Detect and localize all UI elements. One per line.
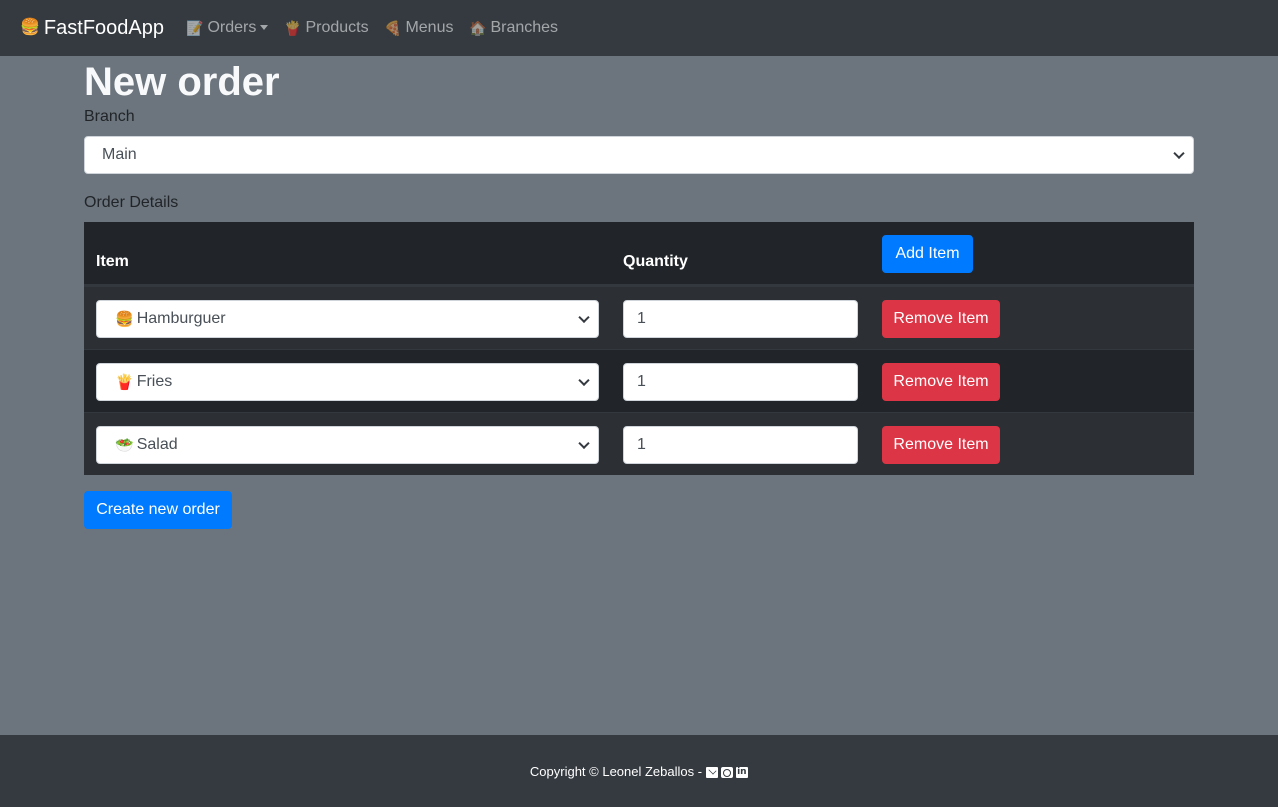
footer-copyright: Copyright © Leonel Zeballos - [529,764,749,780]
nav-item-branches[interactable]: 🏠 Branches [469,18,558,38]
quantity-input[interactable]: 1 [623,300,858,338]
create-order-button[interactable]: Create new order [84,491,232,529]
hamburger-icon: 🍔 [115,311,134,328]
nav-item-products[interactable]: 🍟 Products [284,18,369,38]
branch-select-value: Main [102,146,137,163]
item-select-value: Salad [136,436,178,453]
quantity-input[interactable]: 1 [623,363,858,401]
pizza-icon: 🍕 [384,20,402,36]
item-select[interactable]: 🍟 Fries [96,363,599,401]
nav-item-products-label: Products [305,19,369,36]
item-select[interactable]: 🥗 Salad [96,426,599,464]
remove-item-button[interactable]: Remove Item [882,300,1000,338]
footer: Copyright © Leonel Zeballos - [0,735,1278,807]
fries-icon: 🍟 [284,20,302,36]
item-select-value: Hamburguer [136,310,226,327]
table-row: 🥗 Salad 1 Remove Item [84,412,1194,475]
house-icon: 🏠 [469,20,487,36]
branch-label: Branch [84,108,135,125]
page-title: New order [84,60,280,104]
branch-select[interactable]: Main [84,136,1194,174]
chevron-down-icon [1173,147,1185,160]
nav-item-branches-label: Branches [490,19,559,36]
column-header-item: Item [96,253,129,270]
table-header: Item Quantity Add Item [84,222,1194,286]
add-item-button[interactable]: Add Item [882,235,973,273]
remove-item-button[interactable]: Remove Item [882,363,1000,401]
caret-down-icon [260,24,269,30]
table-row: 🍟 Fries 1 Remove Item [84,349,1194,412]
chevron-down-icon [578,311,590,324]
remove-item-button[interactable]: Remove Item [882,426,1000,464]
memo-icon: 📝 [186,20,204,36]
order-details-table: Item Quantity Add Item 🍔 Hamburguer 1 Re… [84,222,1194,475]
fries-icon: 🍟 [115,374,134,391]
nav-item-menus[interactable]: 🍕 Menus [384,18,453,38]
nav-item-orders[interactable]: 📝 Orders [186,18,269,38]
nav-item-orders-label: Orders [207,19,257,36]
github-icon[interactable] [721,766,734,778]
brand-label: FastFoodApp [43,17,164,39]
linkedin-icon[interactable] [736,765,749,779]
mail-icon[interactable] [706,766,719,778]
navbar: 🍔 FastFoodApp 📝 Orders 🍟 Products 🍕 Menu… [0,0,1278,56]
table-row: 🍔 Hamburguer 1 Remove Item [84,286,1194,349]
item-select-value: Fries [136,373,173,390]
salad-icon: 🥗 [115,437,134,454]
order-details-label: Order Details [84,194,179,211]
chevron-down-icon [578,437,590,450]
nav-item-menus-label: Menus [405,19,454,36]
brand-link[interactable]: 🍔 FastFoodApp [20,16,164,40]
column-header-quantity: Quantity [623,253,688,270]
item-select[interactable]: 🍔 Hamburguer [96,300,599,338]
copyright-text: Copyright © Leonel Zeballos - [529,764,703,779]
quantity-input[interactable]: 1 [623,426,858,464]
hamburger-icon: 🍔 [20,19,40,36]
chevron-down-icon [578,374,590,387]
